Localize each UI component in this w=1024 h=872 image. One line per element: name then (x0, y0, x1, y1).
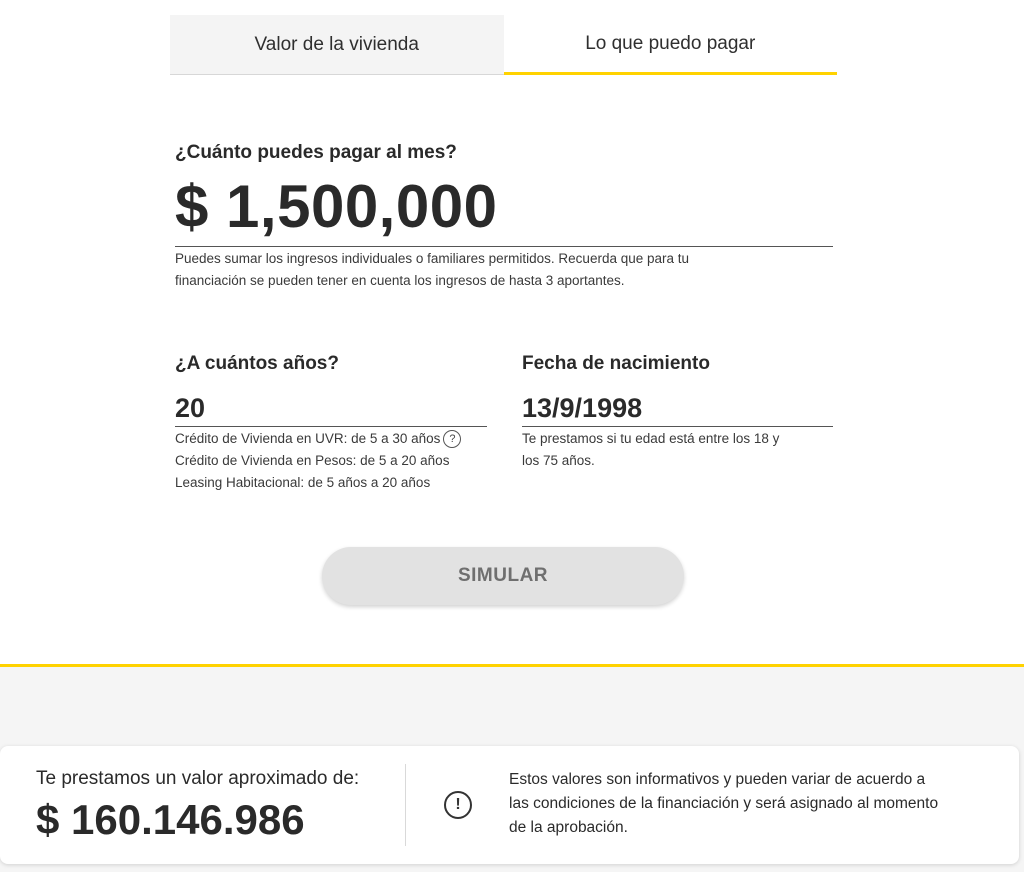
loan-amount-label: Te prestamos un valor aproximado de: (36, 768, 360, 789)
disclaimer-line: de la aprobación. (509, 819, 628, 836)
years-help-line: Crédito de Vivienda en UVR: de 5 a 30 añ… (175, 431, 441, 446)
years-input[interactable]: 20 (175, 392, 487, 427)
birth-date-help: Te prestamos si tu edad está entre los 1… (522, 428, 779, 472)
monthly-payment-help: Puedes sumar los ingresos individuales o… (175, 248, 689, 292)
years-help: Crédito de Vivienda en UVR: de 5 a 30 añ… (175, 428, 462, 494)
birth-date-label: Fecha de nacimiento (522, 353, 710, 374)
simulator-tabs: Valor de la vivienda Lo que puedo pagar (170, 15, 837, 75)
years-help-line: Leasing Habitacional: de 5 años a 20 año… (175, 475, 431, 490)
tab-lo-que-puedo-pagar[interactable]: Lo que puedo pagar (503, 15, 837, 75)
birth-date-input[interactable]: 13/9/1998 (522, 392, 833, 427)
birth-help-line: Te prestamos si tu edad está entre los 1… (522, 431, 780, 446)
simulate-button[interactable]: SIMULAR (322, 547, 684, 605)
monthly-payment-input[interactable]: $ 1,500,000 (175, 172, 833, 247)
monthly-help-line: financiación se pueden tener en cuenta l… (175, 273, 625, 288)
monthly-help-line: Puedes sumar los ingresos individuales o… (175, 251, 690, 266)
disclaimer-line: Estos valores son informativos y pueden … (509, 771, 926, 788)
birth-help-line: los 75 años. (522, 453, 595, 468)
disclaimer-line: las condiciones de la financiación y ser… (509, 795, 939, 812)
card-divider (405, 764, 406, 846)
tab-valor-vivienda-label: Valor de la vivienda (254, 33, 419, 55)
tab-valor-vivienda[interactable]: Valor de la vivienda (170, 15, 504, 75)
result-card: Te prestamos un valor aproximado de: $ 1… (0, 746, 1019, 864)
loan-amount-value: $ 160.146.986 (36, 796, 305, 843)
years-label: ¿A cuántos años? (175, 353, 339, 374)
years-help-line: Crédito de Vivienda en Pesos: de 5 a 20 … (175, 453, 450, 468)
exclamation-icon: ! (444, 791, 472, 819)
monthly-payment-label: ¿Cuánto puedes pagar al mes? (175, 142, 457, 163)
tab-lo-que-puedo-pagar-label: Lo que puedo pagar (585, 32, 756, 54)
question-icon[interactable]: ? (443, 430, 462, 449)
disclaimer-text: Estos valores son informativos y pueden … (509, 768, 999, 840)
